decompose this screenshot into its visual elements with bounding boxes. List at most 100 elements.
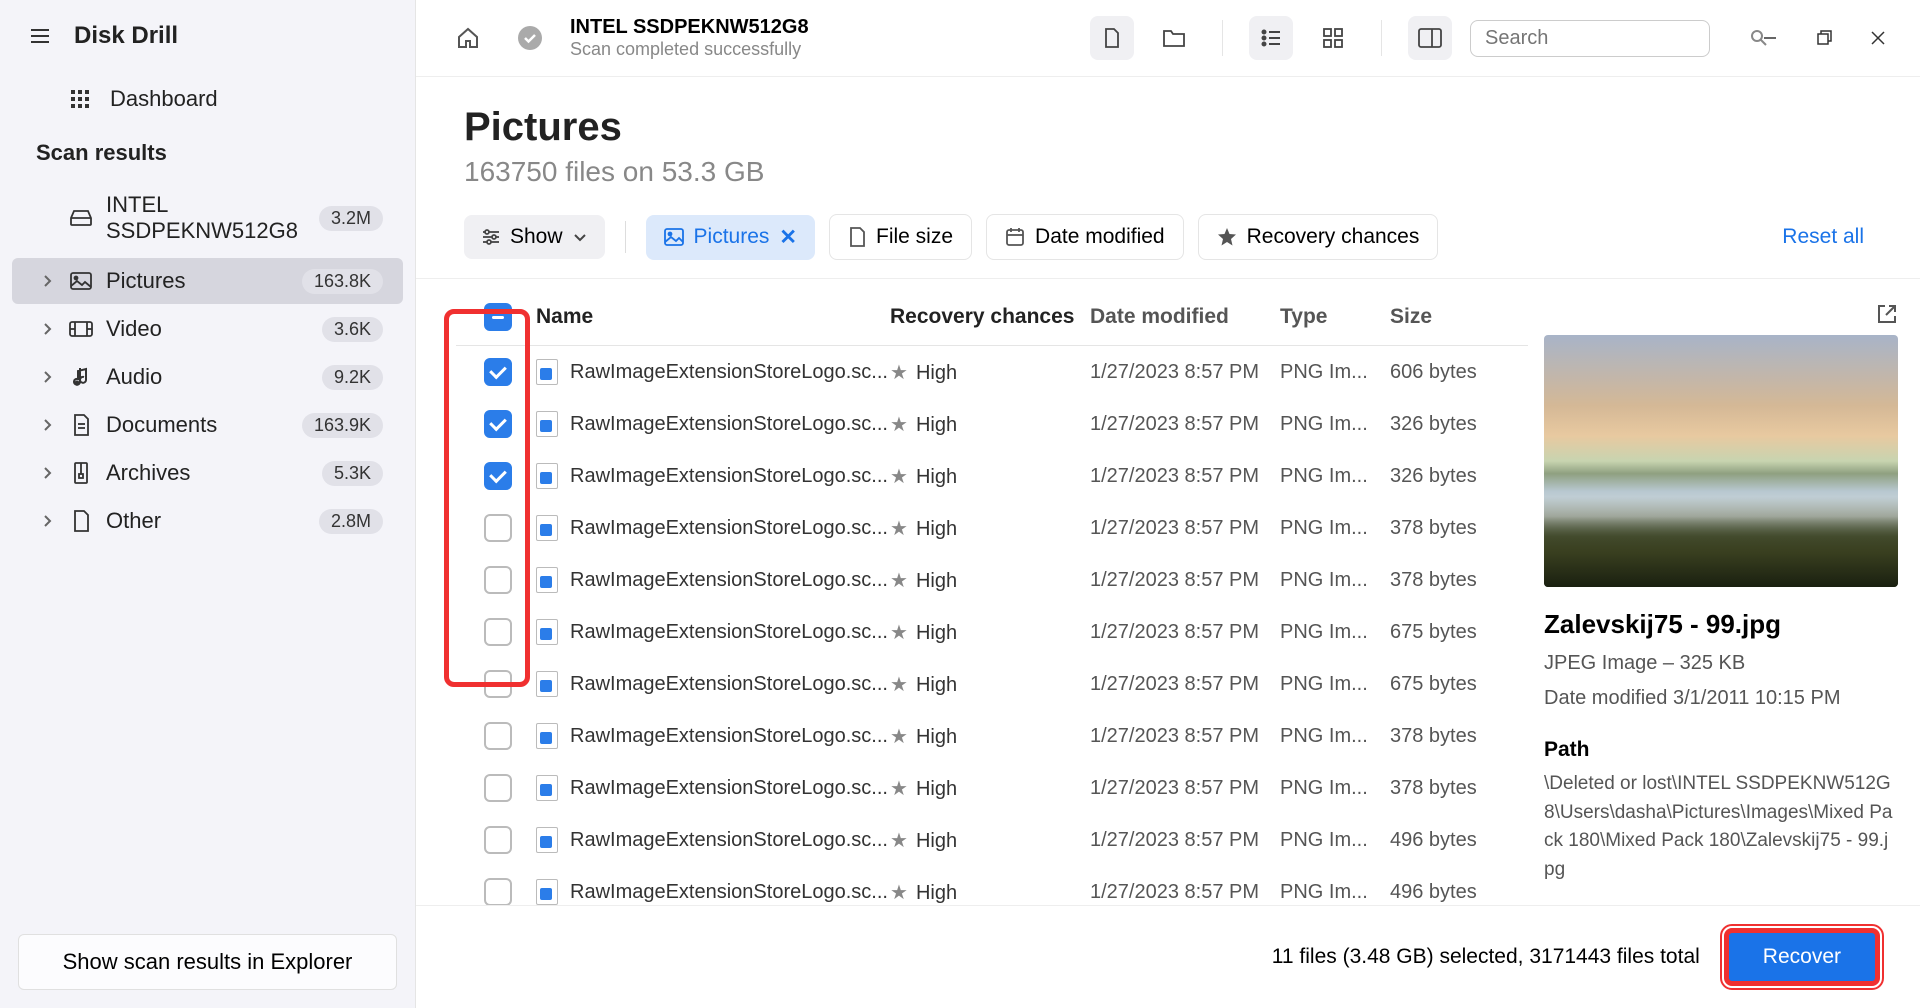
view-folder-icon[interactable] — [1152, 16, 1196, 60]
recovery-value: High — [916, 882, 957, 904]
filter-date[interactable]: Date modified — [986, 214, 1184, 260]
sidebar-item-label: Other — [106, 508, 307, 534]
row-checkbox[interactable] — [484, 566, 512, 594]
sidebar-item-label: Archives — [106, 460, 310, 486]
other-icon — [68, 510, 94, 532]
row-checkbox[interactable] — [484, 670, 512, 698]
sidebar-item-label: Video — [106, 316, 310, 342]
filter-pictures[interactable]: Pictures ✕ — [646, 215, 815, 260]
recovery-value: High — [916, 518, 957, 540]
date-value: 1/27/2023 8:57 PM — [1090, 465, 1280, 488]
star-icon — [1217, 227, 1237, 247]
recovery-value: High — [916, 674, 957, 696]
table-row[interactable]: RawImageExtensionStoreLogo.sc... ★High 1… — [456, 658, 1528, 710]
sidebar-item-count: 163.8K — [302, 269, 383, 294]
type-value: PNG Im... — [1280, 777, 1390, 800]
open-external-icon[interactable] — [1876, 303, 1898, 325]
row-checkbox[interactable] — [484, 826, 512, 854]
filter-recovery[interactable]: Recovery chances — [1198, 214, 1439, 260]
col-date[interactable]: Date modified — [1090, 305, 1280, 329]
table-row[interactable]: RawImageExtensionStoreLogo.sc... ★High 1… — [456, 814, 1528, 866]
sidebar-item-other[interactable]: Other 2.8M — [12, 498, 403, 544]
sidebar-item-archives[interactable]: Archives 5.3K — [12, 450, 403, 496]
date-value: 1/27/2023 8:57 PM — [1090, 725, 1280, 748]
sidebar-item-count: 2.8M — [319, 509, 383, 534]
select-all-checkbox[interactable] — [484, 303, 512, 331]
recover-button[interactable]: Recover — [1724, 928, 1880, 986]
col-recovery[interactable]: Recovery chances — [890, 305, 1090, 329]
row-checkbox[interactable] — [484, 514, 512, 542]
close-icon[interactable]: ✕ — [779, 225, 797, 250]
row-checkbox[interactable] — [484, 358, 512, 386]
sidebar-item-video[interactable]: Video 3.6K — [12, 306, 403, 352]
table-row[interactable]: RawImageExtensionStoreLogo.sc... ★High 1… — [456, 554, 1528, 606]
file-name: RawImageExtensionStoreLogo.sc... — [570, 361, 888, 384]
row-checkbox[interactable] — [484, 410, 512, 438]
file-name: RawImageExtensionStoreLogo.sc... — [570, 777, 888, 800]
preview-panel: Zalevskij75 - 99.jpg JPEG Image – 325 KB… — [1528, 279, 1920, 905]
table-row[interactable]: RawImageExtensionStoreLogo.sc... ★High 1… — [456, 450, 1528, 502]
type-value: PNG Im... — [1280, 361, 1390, 384]
row-checkbox[interactable] — [484, 462, 512, 490]
search-box[interactable] — [1470, 20, 1710, 57]
table-row[interactable]: RawImageExtensionStoreLogo.sc... ★High 1… — [456, 502, 1528, 554]
sidebar-item-pictures[interactable]: Pictures 163.8K — [12, 258, 403, 304]
type-value: PNG Im... — [1280, 725, 1390, 748]
file-icon — [536, 567, 558, 593]
row-checkbox[interactable] — [484, 722, 512, 750]
filter-icon — [482, 229, 500, 245]
recovery-value: High — [916, 570, 957, 592]
sidebar-item-documents[interactable]: Documents 163.9K — [12, 402, 403, 448]
file-icon — [536, 463, 558, 489]
row-checkbox[interactable] — [484, 618, 512, 646]
type-value: PNG Im... — [1280, 829, 1390, 852]
grid-icon — [68, 87, 92, 111]
reset-all-link[interactable]: Reset all — [1782, 225, 1872, 249]
table-row[interactable]: RawImageExtensionStoreLogo.sc... ★High 1… — [456, 398, 1528, 450]
col-type[interactable]: Type — [1280, 305, 1390, 329]
show-dropdown[interactable]: Show — [464, 215, 605, 259]
calendar-icon — [1005, 227, 1025, 247]
home-icon[interactable] — [446, 16, 490, 60]
menu-icon[interactable] — [28, 24, 52, 48]
sidebar-item-audio[interactable]: Audio 9.2K — [12, 354, 403, 400]
filter-filesize[interactable]: File size — [829, 214, 972, 260]
row-checkbox[interactable] — [484, 878, 512, 905]
window-close-icon[interactable] — [1866, 26, 1890, 50]
table-row[interactable]: RawImageExtensionStoreLogo.sc... ★High 1… — [456, 866, 1528, 905]
window-minimize-icon[interactable] — [1758, 26, 1782, 50]
footer: 11 files (3.48 GB) selected, 3171443 fil… — [416, 905, 1920, 1008]
type-value: PNG Im... — [1280, 465, 1390, 488]
star-icon: ★ — [890, 466, 908, 488]
table-row[interactable]: RawImageExtensionStoreLogo.sc... ★High 1… — [456, 346, 1528, 398]
type-value: PNG Im... — [1280, 569, 1390, 592]
view-grid-icon[interactable] — [1311, 16, 1355, 60]
file-icon — [536, 827, 558, 853]
col-size[interactable]: Size — [1390, 305, 1520, 329]
chevron-right-icon — [42, 466, 56, 480]
chevron-right-icon — [42, 514, 56, 528]
toggle-preview-icon[interactable] — [1408, 16, 1452, 60]
recovery-value: High — [916, 830, 957, 852]
file-name: RawImageExtensionStoreLogo.sc... — [570, 621, 888, 644]
window-maximize-icon[interactable] — [1812, 26, 1836, 50]
filter-bar: Show Pictures ✕ File size Date modified … — [416, 206, 1920, 279]
table-row[interactable]: RawImageExtensionStoreLogo.sc... ★High 1… — [456, 606, 1528, 658]
table-row[interactable]: RawImageExtensionStoreLogo.sc... ★High 1… — [456, 710, 1528, 762]
star-icon: ★ — [890, 414, 908, 436]
row-checkbox[interactable] — [484, 774, 512, 802]
table-row[interactable]: RawImageExtensionStoreLogo.sc... ★High 1… — [456, 762, 1528, 814]
search-input[interactable] — [1485, 27, 1750, 50]
chevron-right-icon — [42, 370, 56, 384]
sidebar-item-dashboard[interactable]: Dashboard — [0, 72, 415, 126]
col-name[interactable]: Name — [532, 305, 890, 329]
sidebar-item-label: Pictures — [106, 268, 290, 294]
page-title: Pictures — [464, 105, 1872, 150]
show-in-explorer-button[interactable]: Show scan results in Explorer — [18, 934, 397, 990]
date-value: 1/27/2023 8:57 PM — [1090, 621, 1280, 644]
view-file-icon[interactable] — [1090, 16, 1134, 60]
file-icon — [536, 515, 558, 541]
preview-date: Date modified 3/1/2011 10:15 PM — [1544, 687, 1898, 710]
sidebar-item-drive[interactable]: INTEL SSDPEKNW512G8 3.2M — [12, 182, 403, 254]
view-list-icon[interactable] — [1249, 16, 1293, 60]
